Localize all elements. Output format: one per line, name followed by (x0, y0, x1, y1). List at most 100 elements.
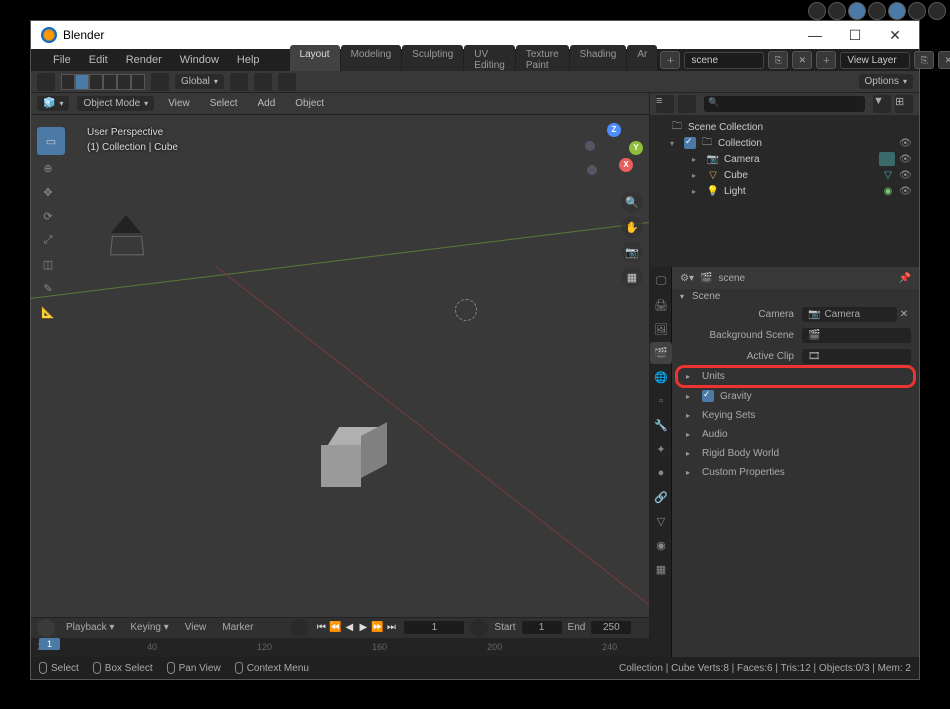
mode-dropdown[interactable]: Object Mode (77, 96, 154, 111)
rotate-tool[interactable]: ⟳ (37, 205, 59, 227)
key-prev-icon[interactable]: ⏪ (328, 622, 342, 633)
editor-type-icon[interactable]: ⚙▾ (680, 273, 694, 284)
close-button[interactable]: ✕ (875, 23, 915, 48)
measure-tool[interactable]: 📐 (37, 301, 59, 323)
tree-scene-collection[interactable]: 🗀 Scene Collection (652, 119, 917, 135)
tree-item-camera[interactable]: ▸📷 Camera 👁 (652, 151, 917, 167)
pin-icon[interactable]: 📌 (899, 273, 911, 284)
hdr-object[interactable]: Object (289, 96, 330, 111)
ptab-scene[interactable]: 🎬 (650, 342, 672, 364)
camera-view-icon[interactable]: 📷 (621, 241, 643, 263)
shading-matprev-icon[interactable] (908, 2, 926, 20)
timeline-editor-icon[interactable] (37, 619, 55, 637)
ptab-render[interactable]: 🖵 (650, 270, 672, 292)
annotate-tool[interactable]: ✎ (37, 277, 59, 299)
scale-tool[interactable]: ⤢ (37, 229, 59, 251)
zoom-icon[interactable]: 🔍 (621, 191, 643, 213)
tl-view[interactable]: View (180, 620, 212, 635)
play-rev-icon[interactable]: ◀ (342, 622, 356, 633)
selmode-4[interactable] (103, 74, 117, 90)
visibility-icon[interactable]: 👁 (899, 154, 913, 165)
clip-picker[interactable]: 🎞 (802, 349, 911, 364)
selmode-2[interactable] (75, 74, 89, 90)
move-tool[interactable]: ✥ (37, 181, 59, 203)
outliner-type-icon[interactable]: ≡ (656, 95, 674, 113)
visibility-icon[interactable]: 👁 (899, 138, 913, 149)
frame-lock-icon[interactable] (470, 619, 488, 637)
new-collection-icon[interactable]: ⊞ (895, 95, 913, 113)
section-units[interactable]: ▸Units (678, 368, 913, 385)
jump-start-icon[interactable]: ⏮ (314, 622, 328, 633)
section-gravity[interactable]: ▸Gravity (678, 387, 913, 405)
tree-collection[interactable]: ▾ 🗀 Collection 👁 (652, 135, 917, 151)
current-frame-field[interactable]: 1 (404, 621, 464, 634)
pivot-icon[interactable] (230, 73, 248, 91)
hdr-select[interactable]: Select (204, 96, 244, 111)
maximize-button[interactable]: ☐ (835, 23, 875, 48)
viewlayer-x-icon[interactable]: ✕ (938, 51, 950, 69)
ptab-modifier[interactable]: 🔧 (650, 414, 672, 436)
ptab-object[interactable]: ▫ (650, 390, 672, 412)
selmode-6[interactable] (131, 74, 145, 90)
selmode-3[interactable] (89, 74, 103, 90)
visibility-icon[interactable]: 👁 (899, 186, 913, 197)
selmode-5[interactable] (117, 74, 131, 90)
scene-x-icon[interactable]: ✕ (792, 51, 812, 69)
outliner-search[interactable] (704, 96, 865, 112)
menu-help[interactable]: Help (229, 51, 268, 69)
section-rigidbody[interactable]: ▸Rigid Body World (678, 445, 913, 462)
keying-menu[interactable]: Keying ▾ (125, 620, 173, 635)
playback-menu[interactable]: Playback ▾ (61, 620, 119, 635)
axis-z[interactable]: Z (607, 123, 621, 137)
shading-render-icon[interactable] (928, 2, 946, 20)
shading-solid-icon[interactable] (888, 2, 906, 20)
select-box-tool[interactable]: ▭ (37, 127, 65, 155)
menu-file[interactable]: File (45, 51, 79, 69)
playhead[interactable]: 1 (39, 638, 60, 650)
ptab-world[interactable]: 🌐 (650, 366, 672, 388)
menu-edit[interactable]: Edit (81, 51, 116, 69)
axis-x[interactable]: X (619, 158, 633, 172)
ptab-particle[interactable]: ✦ (650, 438, 672, 460)
tree-item-cube[interactable]: ▸▽ Cube ▽ 👁 (652, 167, 917, 183)
gravity-checkbox[interactable] (702, 390, 714, 402)
jump-end-icon[interactable]: ⏭ (384, 622, 398, 633)
hdr-add[interactable]: Add (251, 96, 281, 111)
collection-checkbox[interactable] (684, 137, 696, 149)
pan-icon[interactable]: ✋ (621, 216, 643, 238)
autokey-icon[interactable] (290, 619, 308, 637)
ptab-physics[interactable]: ● (650, 462, 672, 484)
viewlayer-field[interactable]: View Layer (840, 52, 910, 69)
gizmo-toggle-icon[interactable] (828, 2, 846, 20)
viewlayer-new-icon[interactable]: ⎘ (914, 51, 934, 69)
section-customprops[interactable]: ▸Custom Properties (678, 464, 913, 481)
section-audio[interactable]: ▸Audio (678, 426, 913, 443)
orientation-dropdown[interactable]: Global (175, 74, 224, 89)
persp-ortho-icon[interactable]: ▦ (621, 266, 643, 288)
scene-name-field[interactable]: scene (684, 52, 764, 69)
light-gizmo-icon[interactable] (455, 299, 477, 321)
menu-window[interactable]: Window (172, 51, 227, 69)
key-next-icon[interactable]: ⏩ (370, 622, 384, 633)
nav-gizmo[interactable]: Z Y X (585, 123, 643, 181)
menu-render[interactable]: Render (118, 51, 170, 69)
editor-type-dropdown[interactable]: 🧊 (37, 96, 69, 111)
camera-data-icon[interactable] (879, 152, 895, 166)
play-icon[interactable]: ▶ (356, 622, 370, 633)
viewlayer-browse-icon[interactable]: 🞣 (816, 51, 836, 69)
outliner-display-icon[interactable] (678, 95, 696, 113)
camera-gizmo-icon[interactable] (111, 215, 151, 245)
camera-picker[interactable]: 📷Camera (802, 307, 897, 322)
cursor-tool[interactable]: ⊕ (37, 157, 59, 179)
ptab-data[interactable]: ▽ (650, 510, 672, 532)
ptab-viewlayer[interactable]: 🖼 (650, 318, 672, 340)
ptab-texture[interactable]: ▦ (650, 558, 672, 580)
ptab-material[interactable]: ◉ (650, 534, 672, 556)
axis-neg2[interactable] (585, 141, 595, 151)
mesh-data-icon[interactable]: ▽ (881, 168, 895, 182)
cube-object[interactable] (321, 445, 381, 505)
selmode-1[interactable] (61, 74, 75, 90)
panel-scene[interactable]: ▾Scene (672, 289, 919, 304)
snap-icon[interactable] (254, 73, 272, 91)
light-data-icon[interactable]: ◉ (881, 184, 895, 198)
